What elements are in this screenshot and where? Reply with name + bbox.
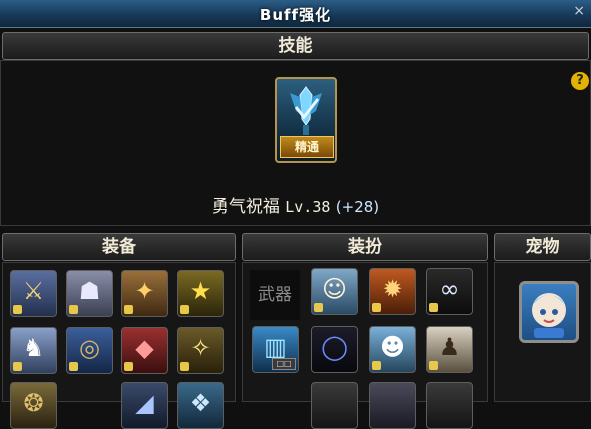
lock-icon [429,361,438,370]
belt-icon: ✦ [134,277,155,305]
hat-icon: ✹ [382,275,403,303]
coat-icon: ▥ [264,333,287,361]
title-bar: Buff强化 × [0,0,591,28]
equip-slot[interactable]: ◆ [121,327,168,374]
shoe-icon: ◢ [135,389,154,417]
lock-icon [69,305,78,314]
avatar-slot[interactable]: ◯ [311,326,358,373]
armor-icon: ⚔ [22,277,45,305]
equip-slot[interactable]: ★ [177,270,224,317]
equip-slot[interactable]: ⚔ [10,270,57,317]
weapon-slot-label[interactable]: 武器 [250,270,300,320]
lock-icon [124,305,133,314]
avatar-slot[interactable]: ♟ [426,326,473,373]
equip-slot[interactable]: ❖ [177,382,224,429]
belt-ring-icon: ◯ [321,333,348,361]
avatar-slot[interactable]: ∞ [426,268,473,315]
equip-slot[interactable]: ✧ [177,327,224,374]
skill-icon[interactable]: 精通 [275,77,337,163]
avatar-slot[interactable]: ☺ [311,268,358,315]
helmet-icon: ☗ [78,277,101,305]
lock-icon [180,305,189,314]
lock-icon [69,362,78,371]
gem-icon: ◆ [135,334,154,362]
neck-icon: ♟ [438,333,461,361]
ring-icon: ◎ [79,334,100,362]
avatar-slot[interactable] [311,382,358,429]
shoulder-icon: ♞ [22,334,45,362]
lock-icon [372,303,381,312]
star-icon: ★ [189,277,212,305]
equip-slot[interactable]: ◢ [121,382,168,429]
equip-slot[interactable]: ❂ [10,382,57,429]
avatar-slot[interactable]: ✹ [369,268,416,315]
avatar-section-header: 装扮 [242,233,488,261]
help-icon[interactable]: ? [571,72,589,90]
equip-slot[interactable]: ✦ [121,270,168,317]
lock-icon [13,305,22,314]
equip-slot[interactable]: ☗ [66,270,113,317]
lock-icon [180,362,189,371]
glasses-icon: ∞ [439,275,460,303]
pet-slot[interactable] [519,281,579,343]
equip-section-header: 装备 [2,233,236,261]
equip-slot[interactable]: ◎ [66,327,113,374]
skill-section-header: 技能 [2,32,589,60]
window-title: Buff强化 [259,6,332,24]
avatar-slot[interactable]: ☻ [369,326,416,373]
hair-icon: ☺ [321,275,348,303]
face-icon: ☻ [379,333,406,361]
lock-icon [429,303,438,312]
lock-icon [13,362,22,371]
skill-name-line: 勇气祝福 Lv.38 (+28) [0,192,591,217]
avatar-slot[interactable] [369,382,416,429]
close-icon[interactable]: × [573,3,585,19]
avatar-slot[interactable] [426,382,473,429]
skill-bonus: (+28) [335,198,380,216]
lock-icon [124,362,133,371]
pet-portrait-icon [532,293,566,338]
skill-name: 勇气祝福 [211,197,280,217]
lock-icon [372,361,381,370]
avatar-slot[interactable]: ▥ □□ [252,326,299,373]
skill-mastery-badge: 精通 [280,136,334,158]
bracelet-icon: ❂ [23,389,44,417]
orb-icon: ❖ [189,389,212,417]
necklace-icon: ✧ [190,334,211,362]
lock-icon [314,303,323,312]
slot-counter: □□ [272,358,296,370]
equip-slot[interactable]: ♞ [10,327,57,374]
sword-crest-icon [290,86,322,135]
pet-section-header: 宠物 [494,233,591,261]
skill-level: Lv.38 [285,198,331,216]
